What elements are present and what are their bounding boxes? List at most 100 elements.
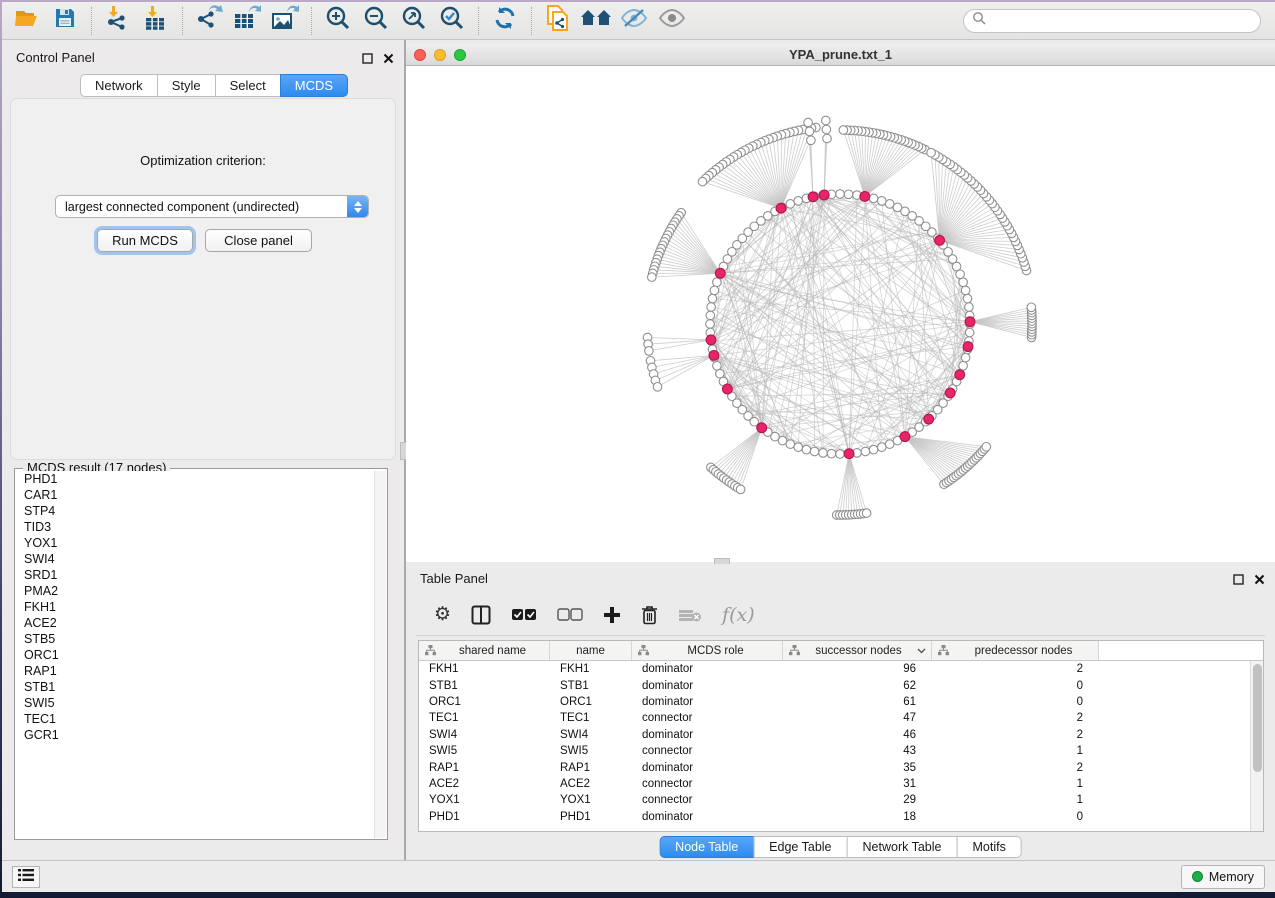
column-header-name[interactable]: name <box>550 641 632 660</box>
column-header-successor-nodes[interactable]: successor nodes <box>783 641 932 660</box>
table-scrollbar[interactable] <box>1250 661 1263 831</box>
tab-mcds[interactable]: MCDS <box>280 74 348 97</box>
table-row[interactable]: SWI5SWI5connector431 <box>419 743 1250 759</box>
clone-network-button[interactable] <box>539 5 577 37</box>
table-row[interactable]: FKH1FKH1dominator962 <box>419 661 1250 677</box>
graph-node[interactable] <box>706 320 715 329</box>
zoom-out-button[interactable] <box>357 5 395 37</box>
graph-leaf-node[interactable] <box>927 148 936 157</box>
list-item[interactable]: GCR1 <box>16 727 374 743</box>
close-panel-icon[interactable] <box>383 51 394 69</box>
graph-node[interactable] <box>786 440 795 449</box>
import-network-button[interactable] <box>99 5 137 37</box>
table-row[interactable]: ACE2ACE2connector311 <box>419 776 1250 792</box>
table-row[interactable]: ORC1ORC1dominator610 <box>419 694 1250 710</box>
graph-node[interactable] <box>959 362 968 371</box>
column-header-shared-name[interactable]: shared name <box>419 641 550 660</box>
tab-select[interactable]: Select <box>215 74 281 97</box>
graph-node[interactable] <box>713 278 722 287</box>
zoom-in-button[interactable] <box>319 5 357 37</box>
graph-node[interactable] <box>802 445 811 454</box>
table-row[interactable]: TEC1TEC1connector472 <box>419 710 1250 726</box>
graph-leaf-node[interactable] <box>982 443 991 452</box>
graph-leaf-node[interactable] <box>736 485 745 494</box>
graph-node[interactable] <box>861 447 870 456</box>
network-titlebar[interactable]: YPA_prune.txt_1 <box>406 44 1275 66</box>
list-item[interactable]: RAP1 <box>16 663 374 679</box>
task-history-button[interactable] <box>12 866 40 888</box>
table-scrollbar-thumb[interactable] <box>1253 664 1262 772</box>
graph-mcds-node[interactable] <box>935 236 945 246</box>
tab-style[interactable]: Style <box>157 74 216 97</box>
show-columns-button[interactable] <box>471 605 491 625</box>
import-table-button[interactable] <box>137 5 175 37</box>
graph-node[interactable] <box>963 294 972 303</box>
graph-node[interactable] <box>794 443 803 452</box>
select-all-button[interactable] <box>511 608 537 621</box>
zoom-selected-button[interactable] <box>433 5 471 37</box>
list-item[interactable]: STB1 <box>16 679 374 695</box>
zoom-fit-button[interactable] <box>395 5 433 37</box>
deselect-all-button[interactable] <box>557 608 583 621</box>
graph-mcds-node[interactable] <box>860 192 870 202</box>
graph-mcds-node[interactable] <box>945 388 955 398</box>
graph-leaf-node[interactable] <box>839 126 848 135</box>
graph-leaf-node[interactable] <box>698 177 707 186</box>
graph-leaf-node[interactable] <box>862 509 871 518</box>
memory-button[interactable]: Memory <box>1181 865 1265 889</box>
graph-node[interactable] <box>713 362 722 371</box>
graph-node[interactable] <box>810 447 819 456</box>
list-item[interactable]: SRD1 <box>16 567 374 583</box>
graph-mcds-node[interactable] <box>715 268 725 278</box>
graph-mcds-node[interactable] <box>900 432 910 442</box>
table-settings-button[interactable]: ⚙ <box>434 605 451 624</box>
list-item[interactable]: TEC1 <box>16 711 374 727</box>
graph-node[interactable] <box>708 294 717 303</box>
close-panel-button[interactable]: Close panel <box>205 229 312 252</box>
graph-node[interactable] <box>836 450 845 459</box>
graph-node[interactable] <box>965 328 974 337</box>
list-item[interactable]: SWI5 <box>16 695 374 711</box>
graph-leaf-node[interactable] <box>804 118 813 127</box>
export-image-button[interactable] <box>266 5 304 37</box>
graph-node[interactable] <box>961 286 970 295</box>
graph-node[interactable] <box>819 449 828 458</box>
list-item[interactable]: STP4 <box>16 503 374 519</box>
graph-node[interactable] <box>706 311 715 320</box>
mcds-result-list[interactable]: PHD1CAR1STP4TID3YOX1SWI4SRD1PMA2FKH1ACE2… <box>16 471 374 838</box>
graph-leaf-node[interactable] <box>653 383 662 392</box>
graph-node[interactable] <box>885 200 894 209</box>
table-row[interactable]: YOX1YOX1connector291 <box>419 792 1250 808</box>
graph-mcds-node[interactable] <box>819 190 829 200</box>
graph-leaf-node[interactable] <box>822 116 831 125</box>
table-row[interactable]: PHD1PHD1dominator180 <box>419 809 1250 825</box>
run-mcds-button[interactable]: Run MCDS <box>97 229 193 252</box>
graph-node[interactable] <box>844 190 853 199</box>
table-row[interactable]: STB1STB1dominator620 <box>419 677 1250 693</box>
graph-node[interactable] <box>794 197 803 206</box>
graph-leaf-node[interactable] <box>645 347 654 356</box>
graph-leaf-node[interactable] <box>1027 303 1036 312</box>
graph-leaf-node[interactable] <box>648 273 657 282</box>
hide-selected-button[interactable] <box>615 5 653 37</box>
first-neighbors-button[interactable] <box>577 5 615 37</box>
graph-node[interactable] <box>869 194 878 203</box>
graph-node[interactable] <box>878 443 887 452</box>
table-row[interactable]: RAP1RAP1dominator352 <box>419 759 1250 775</box>
export-network-button[interactable] <box>190 5 228 37</box>
list-item[interactable]: CAR1 <box>16 487 374 503</box>
graph-mcds-node[interactable] <box>723 384 733 394</box>
graph-mcds-node[interactable] <box>955 370 965 380</box>
save-session-button[interactable] <box>46 5 84 37</box>
graph-node[interactable] <box>710 286 719 295</box>
open-session-button[interactable] <box>8 5 46 37</box>
graph-node[interactable] <box>959 278 968 287</box>
list-item[interactable]: PHD1 <box>16 471 374 487</box>
delete-column-button[interactable] <box>641 605 658 625</box>
list-item[interactable]: ORC1 <box>16 647 374 663</box>
graph-mcds-node[interactable] <box>965 317 975 327</box>
add-column-button[interactable] <box>603 606 621 624</box>
tab-network[interactable]: Network <box>80 74 158 97</box>
column-header-MCDS-role[interactable]: MCDS role <box>632 641 783 660</box>
tab-edge-table[interactable]: Edge Table <box>753 836 847 858</box>
